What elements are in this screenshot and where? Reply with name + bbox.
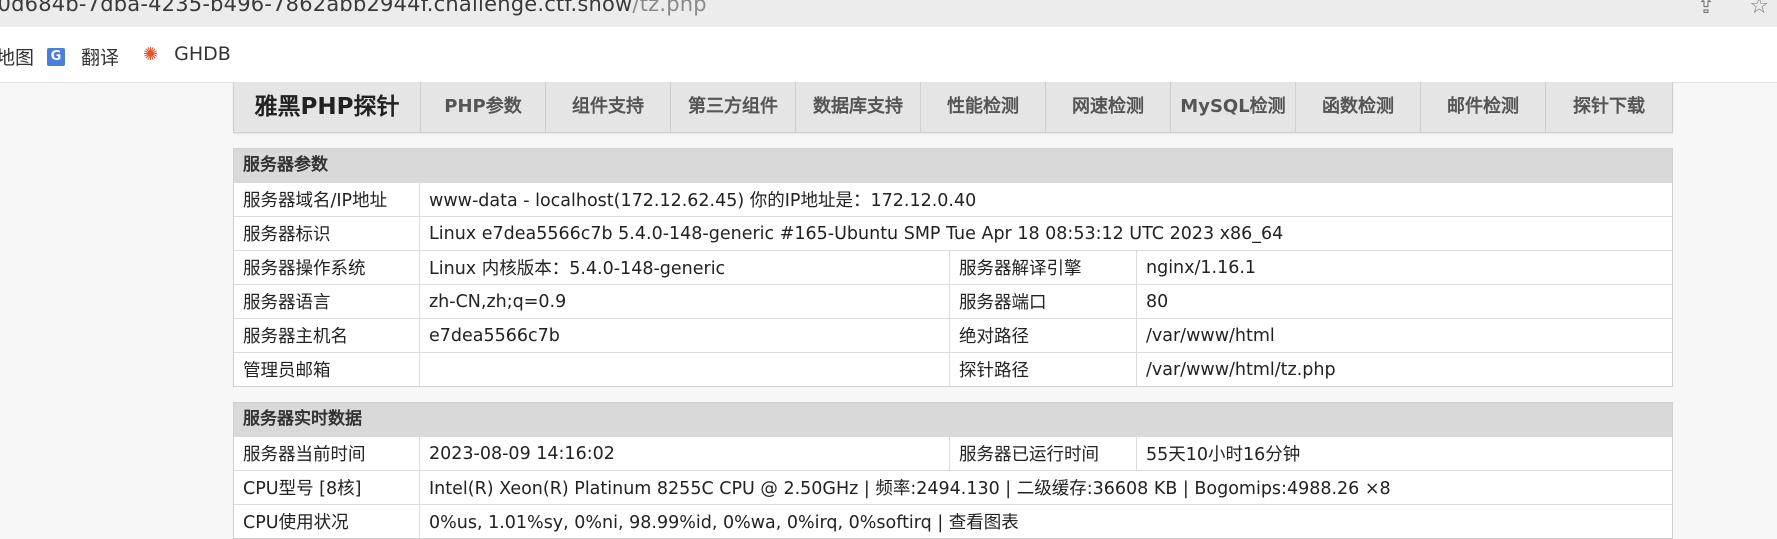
row-label: 绝对路径 (949, 318, 1137, 353)
bookmarks-bar: 地图 G 翻译 ✺ GHDB (0, 27, 1777, 83)
row-value (419, 352, 950, 386)
row-value: www-data - localhost(172.12.62.45) 你的IP地… (419, 182, 1672, 217)
row-value: 55天10小时16分钟 (1136, 436, 1672, 471)
nav-mysql[interactable]: MySQL检测 (1171, 82, 1296, 132)
nav-third-party[interactable]: 第三方组件 (671, 82, 796, 132)
realtime-table: 服务器当前时间 2023-08-09 14:16:02 服务器已运行时间 55天… (234, 436, 1672, 538)
nav-functions[interactable]: 函数检测 (1296, 82, 1421, 132)
shell-icon: ✺ (143, 44, 159, 65)
row-label: CPU使用状况 (234, 504, 420, 538)
share-icon[interactable]: ⇪ (1697, 0, 1715, 19)
row-label: 服务器当前时间 (234, 436, 420, 471)
row-value: /var/www/html (1136, 318, 1672, 353)
row-value: zh-CN,zh;q=0.9 (419, 284, 950, 319)
row-value: Intel(R) Xeon(R) Platinum 8255C CPU @ 2.… (419, 470, 1672, 505)
server-params-table: 服务器域名/IP地址 www-data - localhost(172.12.6… (234, 182, 1672, 386)
row-value: Linux 内核版本：5.4.0-148-generic (419, 250, 950, 285)
row-label: 服务器解译引擎 (949, 250, 1137, 285)
table-row: 服务器主机名 e7dea5566c7b 绝对路径 /var/www/html (234, 318, 1672, 353)
nav-database[interactable]: 数据库支持 (796, 82, 921, 132)
table-row: CPU型号 [8核] Intel(R) Xeon(R) Platinum 825… (234, 470, 1672, 505)
row-value: Linux e7dea5566c7b 5.4.0-148-generic #16… (419, 216, 1672, 251)
nav-php-params[interactable]: PHP参数 (421, 82, 546, 132)
url-host: 50d684b-7dba-4235-b496-7862abb2944f.chal… (0, 0, 633, 16)
google-translate-icon: G (47, 47, 65, 66)
row-label: 服务器域名/IP地址 (234, 182, 420, 217)
row-label: 管理员邮箱 (234, 352, 420, 386)
bookmark-label: GHDB (174, 43, 231, 65)
nav-mail[interactable]: 邮件检测 (1421, 82, 1546, 132)
row-label: 服务器操作系统 (234, 250, 420, 285)
nav-performance[interactable]: 性能检测 (921, 82, 1046, 132)
table-row: 服务器当前时间 2023-08-09 14:16:02 服务器已运行时间 55天… (234, 436, 1672, 471)
row-label: 探针路径 (949, 352, 1137, 386)
table-row: 管理员邮箱 探针路径 /var/www/html/tz.php (234, 352, 1672, 386)
browser-address-bar: 50d684b-7dba-4235-b496-7862abb2944f.chal… (0, 0, 1777, 27)
row-label: CPU型号 [8核] (234, 470, 420, 505)
nav-components[interactable]: 组件支持 (546, 82, 671, 132)
bookmark-label: 地图 (0, 47, 35, 69)
browser-actions: ⇪ ☆ (1663, 0, 1769, 19)
probe-page: 雅黑PHP探针 PHP参数 组件支持 第三方组件 数据库支持 性能检测 网速检测… (233, 82, 1673, 539)
bookmark-label: 翻译 (81, 47, 120, 69)
row-value: e7dea5566c7b (419, 318, 950, 353)
panel-title: 服务器参数 (234, 149, 1672, 182)
row-value: 80 (1136, 284, 1672, 319)
nav-download[interactable]: 探针下载 (1546, 82, 1672, 132)
row-value: 2023-08-09 14:16:02 (419, 436, 950, 471)
star-icon[interactable]: ☆ (1749, 0, 1769, 19)
url-field[interactable]: 50d684b-7dba-4235-b496-7862abb2944f.chal… (0, 0, 707, 16)
url-path: /tz.php (632, 0, 707, 16)
bookmark-ghdb[interactable]: ✺ GHDB (143, 43, 231, 65)
table-row: CPU使用状况 0%us, 1.01%sy, 0%ni, 98.99%id, 0… (234, 504, 1672, 538)
row-value: nginx/1.16.1 (1136, 250, 1672, 285)
table-row: 服务器标识 Linux e7dea5566c7b 5.4.0-148-gener… (234, 216, 1672, 251)
top-navigation: 雅黑PHP探针 PHP参数 组件支持 第三方组件 数据库支持 性能检测 网速检测… (233, 82, 1673, 133)
server-params-panel: 服务器参数 服务器域名/IP地址 www-data - localhost(17… (233, 148, 1673, 387)
table-row: 服务器操作系统 Linux 内核版本：5.4.0-148-generic 服务器… (234, 250, 1672, 285)
table-row: 服务器域名/IP地址 www-data - localhost(172.12.6… (234, 182, 1672, 217)
bookmark-map[interactable]: 地图 (0, 43, 34, 70)
row-value: /var/www/html/tz.php (1136, 352, 1672, 386)
row-label: 服务器端口 (949, 284, 1137, 319)
row-label: 服务器主机名 (234, 318, 420, 353)
realtime-panel: 服务器实时数据 服务器当前时间 2023-08-09 14:16:02 服务器已… (233, 402, 1673, 539)
nav-network-speed[interactable]: 网速检测 (1046, 82, 1171, 132)
table-row: 服务器语言 zh-CN,zh;q=0.9 服务器端口 80 (234, 284, 1672, 319)
row-label: 服务器已运行时间 (949, 436, 1137, 471)
brand-title[interactable]: 雅黑PHP探针 (234, 82, 421, 132)
row-value: 0%us, 1.01%sy, 0%ni, 98.99%id, 0%wa, 0%i… (419, 504, 1672, 538)
row-label: 服务器语言 (234, 284, 420, 319)
panel-title: 服务器实时数据 (234, 403, 1672, 436)
row-label: 服务器标识 (234, 216, 420, 251)
bookmark-translate[interactable]: G 翻译 (47, 43, 119, 70)
